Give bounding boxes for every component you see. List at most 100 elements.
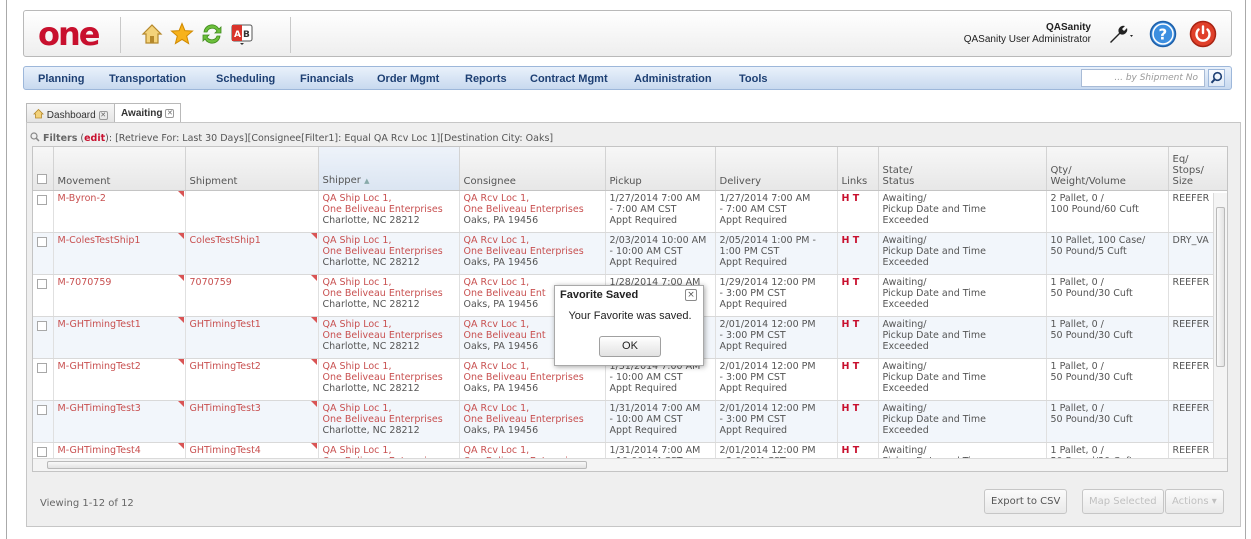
consignee-line[interactable]: QA Rcv Loc 1,: [464, 193, 602, 204]
row-checkbox-cell[interactable]: [33, 274, 54, 317]
movement-link[interactable]: M-GHTimingTest1: [58, 319, 141, 330]
movement-cell[interactable]: M-7070759: [53, 274, 186, 317]
column-header-consignee[interactable]: Consignee: [459, 147, 606, 191]
select-all-checkbox[interactable]: [37, 173, 47, 184]
movement-link[interactable]: M-GHTimingTest4: [58, 445, 141, 456]
shipper-line[interactable]: One Beliveau Enterprises: [323, 414, 456, 425]
row-checkbox[interactable]: [37, 236, 47, 247]
column-header-status[interactable]: State/ Status: [878, 147, 1047, 191]
movement-cell[interactable]: M-Byron-2: [53, 190, 186, 233]
power-icon[interactable]: [1189, 20, 1217, 48]
links-cell[interactable]: H T: [837, 274, 879, 317]
home-icon[interactable]: [140, 22, 164, 46]
movement-cell[interactable]: M-GHTimingTest1: [53, 316, 186, 359]
row-checkbox-cell[interactable]: [33, 190, 54, 233]
nav-tools[interactable]: Tools: [739, 73, 768, 85]
row-checkbox[interactable]: [37, 362, 47, 373]
shipper-line[interactable]: QA Ship Loc 1,: [323, 361, 456, 372]
history-tracking-links[interactable]: H T: [842, 403, 860, 414]
row-checkbox[interactable]: [37, 446, 47, 457]
history-tracking-links[interactable]: H T: [842, 445, 860, 456]
scrollbar-thumb[interactable]: [1216, 207, 1225, 367]
shipper-line[interactable]: QA Ship Loc 1,: [323, 193, 456, 204]
column-header-delivery[interactable]: Delivery: [715, 147, 838, 191]
row-checkbox[interactable]: [37, 278, 47, 289]
nav-reports[interactable]: Reports: [465, 73, 507, 85]
column-header-pickup[interactable]: Pickup: [605, 147, 716, 191]
row-checkbox-cell[interactable]: [33, 400, 54, 443]
consignee-line[interactable]: One Beliveau Enterprises: [464, 414, 602, 425]
table-row[interactable]: M-GHTimingTest3 GHTimingTest3 QA Ship Loc …: [33, 400, 1227, 443]
column-header-shipper[interactable]: Shipper ▲: [318, 147, 460, 191]
shipper-line[interactable]: One Beliveau Enterprises: [323, 330, 456, 341]
shipment-cell[interactable]: GHTimingTest3: [185, 400, 319, 443]
row-checkbox-cell[interactable]: [33, 358, 54, 401]
history-tracking-links[interactable]: H T: [842, 277, 860, 288]
nav-planning[interactable]: Planning: [38, 73, 84, 85]
shipper-line[interactable]: QA Ship Loc 1,: [323, 235, 456, 246]
one-logo[interactable]: one: [38, 15, 100, 53]
star-icon[interactable]: [170, 22, 194, 46]
map-selected-button[interactable]: Map Selected: [1082, 489, 1164, 514]
row-checkbox[interactable]: [37, 320, 47, 331]
close-tab-icon[interactable]: ✕: [98, 111, 108, 120]
export-csv-button[interactable]: Export to CSV: [984, 489, 1068, 514]
row-checkbox[interactable]: [37, 194, 47, 205]
links-cell[interactable]: H T: [837, 400, 879, 443]
row-checkbox[interactable]: [37, 404, 47, 415]
nav-contract-mgmt[interactable]: Contract Mgmt: [530, 73, 608, 85]
consignee-line[interactable]: QA Rcv Loc 1,: [464, 235, 602, 246]
column-header-eq[interactable]: Eq/ Stops/ Size: [1168, 147, 1227, 191]
shipment-cell[interactable]: 7070759: [185, 274, 319, 317]
shipper-line[interactable]: QA Ship Loc 1,: [323, 403, 456, 414]
movement-link[interactable]: M-7070759: [58, 277, 112, 288]
vertical-scrollbar[interactable]: [1213, 193, 1227, 460]
nav-scheduling[interactable]: Scheduling: [216, 73, 275, 85]
movement-link[interactable]: M-GHTimingTest2: [58, 361, 141, 372]
shipper-line[interactable]: One Beliveau Enterprises: [323, 372, 456, 383]
history-tracking-links[interactable]: H T: [842, 361, 860, 372]
table-row[interactable]: M-Byron-2 QA Ship Loc 1, One Beliveau Ente…: [33, 190, 1227, 233]
links-cell[interactable]: H T: [837, 358, 879, 401]
shipment-link[interactable]: GHTimingTest4: [190, 445, 261, 456]
shipment-cell[interactable]: [185, 190, 319, 233]
column-header-qty[interactable]: Qty/ Weight/Volume: [1046, 147, 1169, 191]
select-all-header[interactable]: [33, 147, 54, 191]
consignee-line[interactable]: QA Rcv Loc 1,: [464, 445, 602, 456]
shipment-link[interactable]: GHTimingTest3: [190, 403, 261, 414]
column-header-movement[interactable]: Movement: [53, 147, 186, 191]
filters-edit-link[interactable]: edit: [84, 133, 105, 144]
movement-cell[interactable]: M-GHTimingTest3: [53, 400, 186, 443]
shipment-cell[interactable]: GHTimingTest1: [185, 316, 319, 359]
tab-awaiting[interactable]: Awaiting ✕: [114, 103, 182, 123]
help-icon[interactable]: ?: [1149, 20, 1177, 48]
ok-button[interactable]: OK: [599, 336, 661, 357]
movement-cell[interactable]: M-ColesTestShip1: [53, 232, 186, 275]
links-cell[interactable]: H T: [837, 232, 879, 275]
shipper-line[interactable]: QA Ship Loc 1,: [323, 445, 456, 456]
shipment-link[interactable]: GHTimingTest1: [190, 319, 261, 330]
row-checkbox-cell[interactable]: [33, 316, 54, 359]
history-tracking-links[interactable]: H T: [842, 235, 860, 246]
nav-administration[interactable]: Administration: [634, 73, 712, 85]
movement-link[interactable]: M-GHTimingTest3: [58, 403, 141, 414]
history-tracking-links[interactable]: H T: [842, 193, 860, 204]
movement-link[interactable]: M-Byron-2: [58, 193, 106, 204]
scrollbar-thumb[interactable]: [47, 461, 587, 469]
shipper-line[interactable]: One Beliveau Enterprises: [323, 204, 456, 215]
shipment-link[interactable]: ColesTestShip1: [190, 235, 261, 246]
links-cell[interactable]: H T: [837, 190, 879, 233]
close-tab-icon[interactable]: ✕: [165, 109, 175, 118]
consignee-line[interactable]: QA Rcv Loc 1,: [464, 403, 602, 414]
links-cell[interactable]: H T: [837, 316, 879, 359]
nav-financials[interactable]: Financials: [300, 73, 354, 85]
history-tracking-links[interactable]: H T: [842, 319, 860, 330]
column-header-shipment[interactable]: Shipment: [185, 147, 319, 191]
consignee-line[interactable]: One Beliveau Enterprises: [464, 246, 602, 257]
wrench-icon[interactable]: [1106, 22, 1133, 46]
shipment-link[interactable]: GHTimingTest2: [190, 361, 261, 372]
shipper-line[interactable]: One Beliveau Enterprises: [323, 246, 456, 257]
consignee-line[interactable]: One Beliveau Enterprises: [464, 372, 602, 383]
search-icon[interactable]: [1208, 69, 1225, 87]
shipper-line[interactable]: QA Ship Loc 1,: [323, 277, 456, 288]
